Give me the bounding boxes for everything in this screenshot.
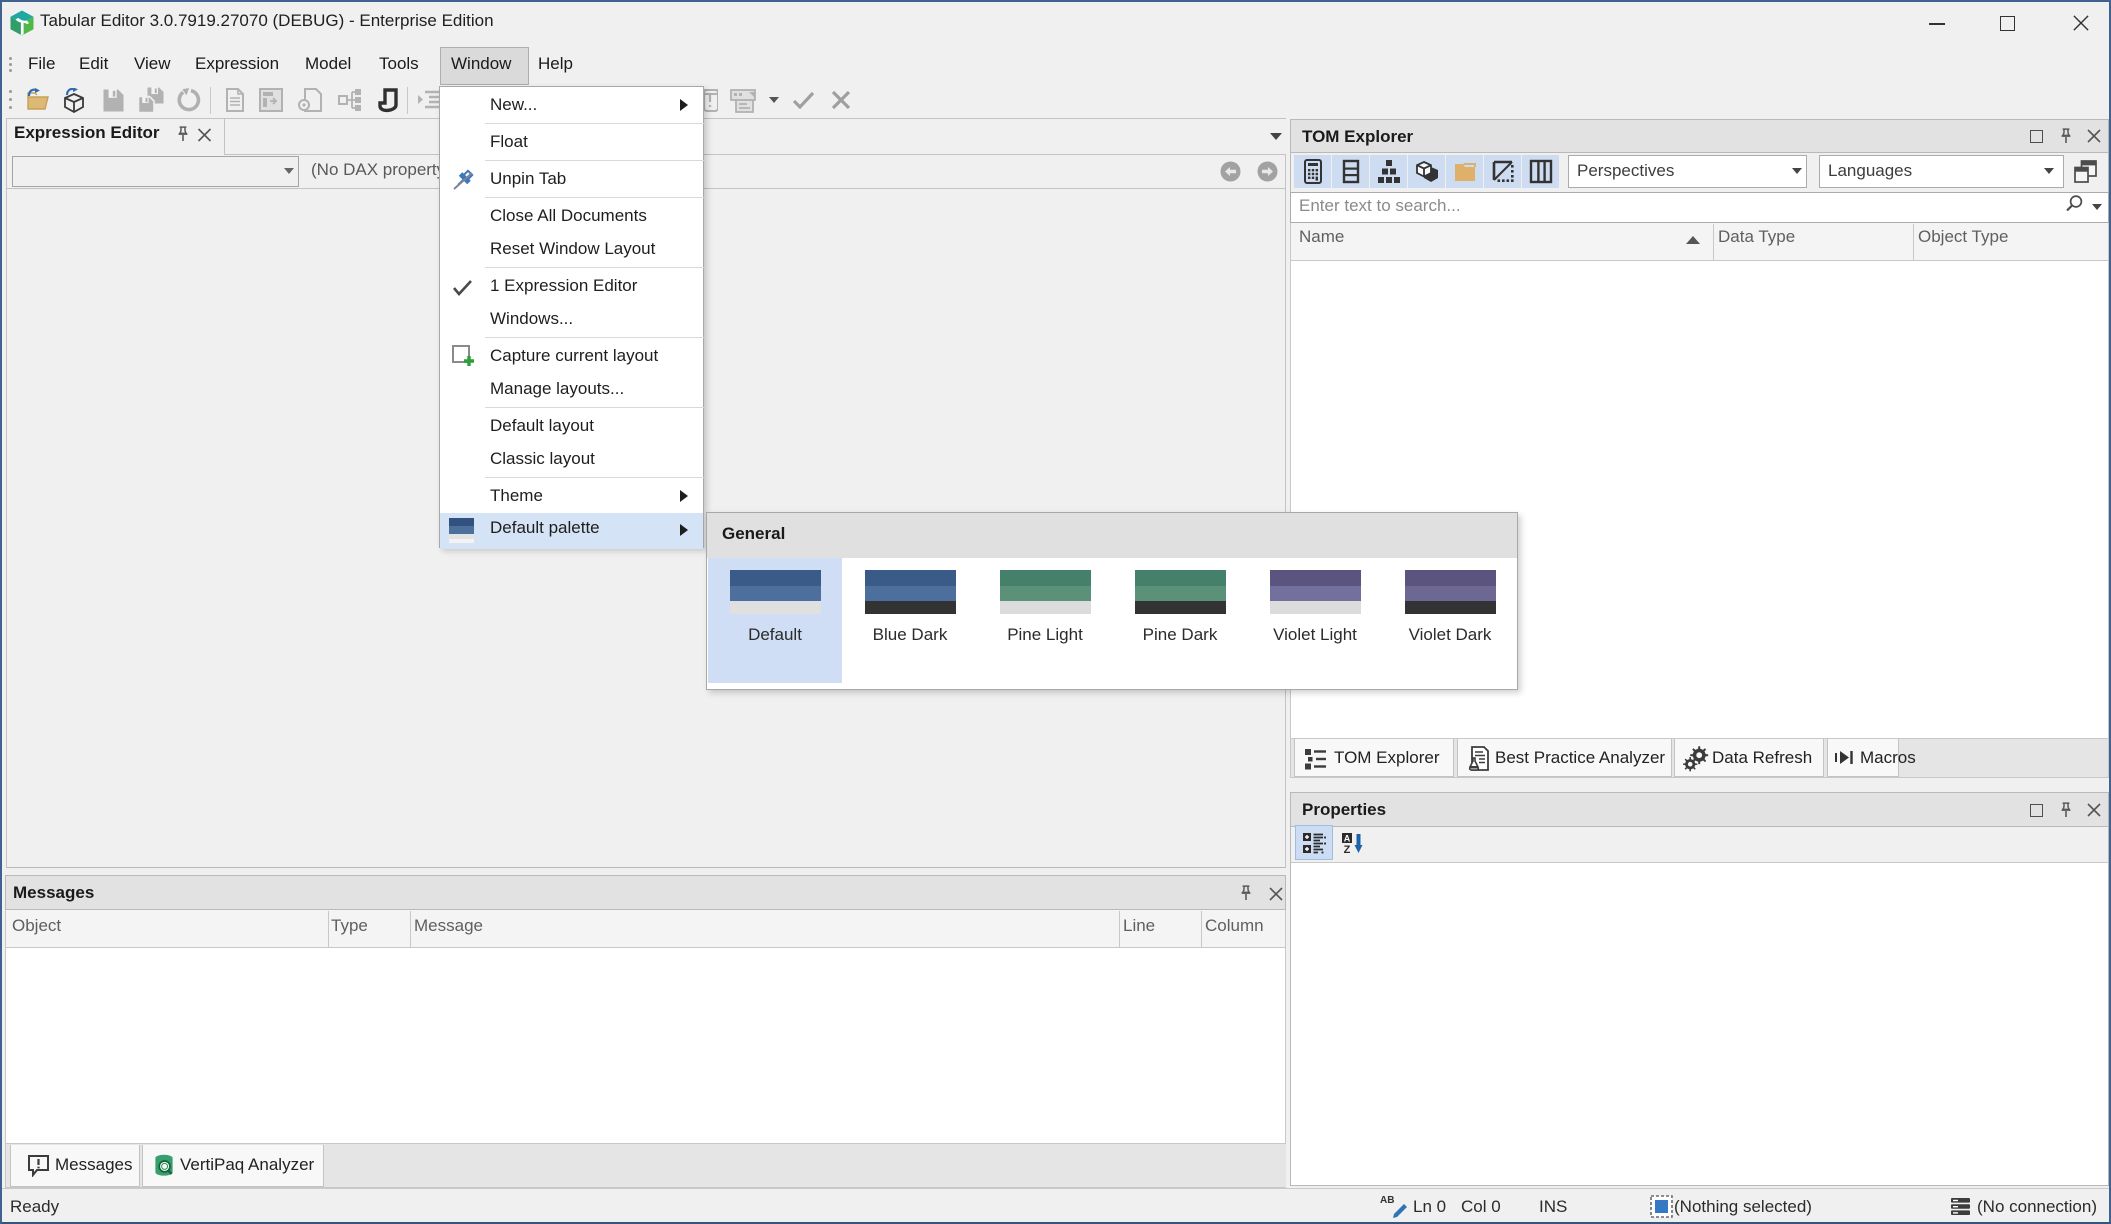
svg-text:A: A — [1344, 833, 1351, 843]
svg-text:Z: Z — [1344, 844, 1351, 854]
svg-text:AB: AB — [1380, 1195, 1394, 1206]
